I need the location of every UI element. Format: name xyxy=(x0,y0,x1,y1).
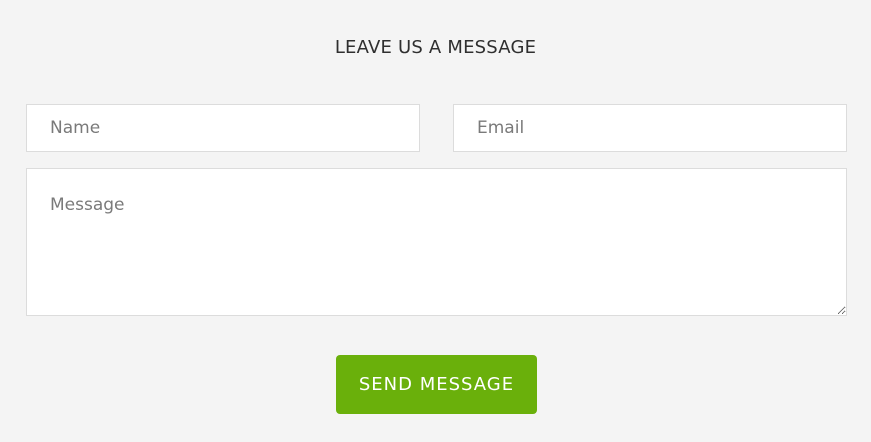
name-input[interactable] xyxy=(26,104,420,152)
email-input[interactable] xyxy=(453,104,847,152)
form-title: LEAVE US A MESSAGE xyxy=(334,37,537,58)
message-textarea[interactable] xyxy=(26,168,847,316)
contact-form-section: LEAVE US A MESSAGE SEND MESSAGE xyxy=(0,0,871,442)
send-message-button[interactable]: SEND MESSAGE xyxy=(336,355,537,414)
